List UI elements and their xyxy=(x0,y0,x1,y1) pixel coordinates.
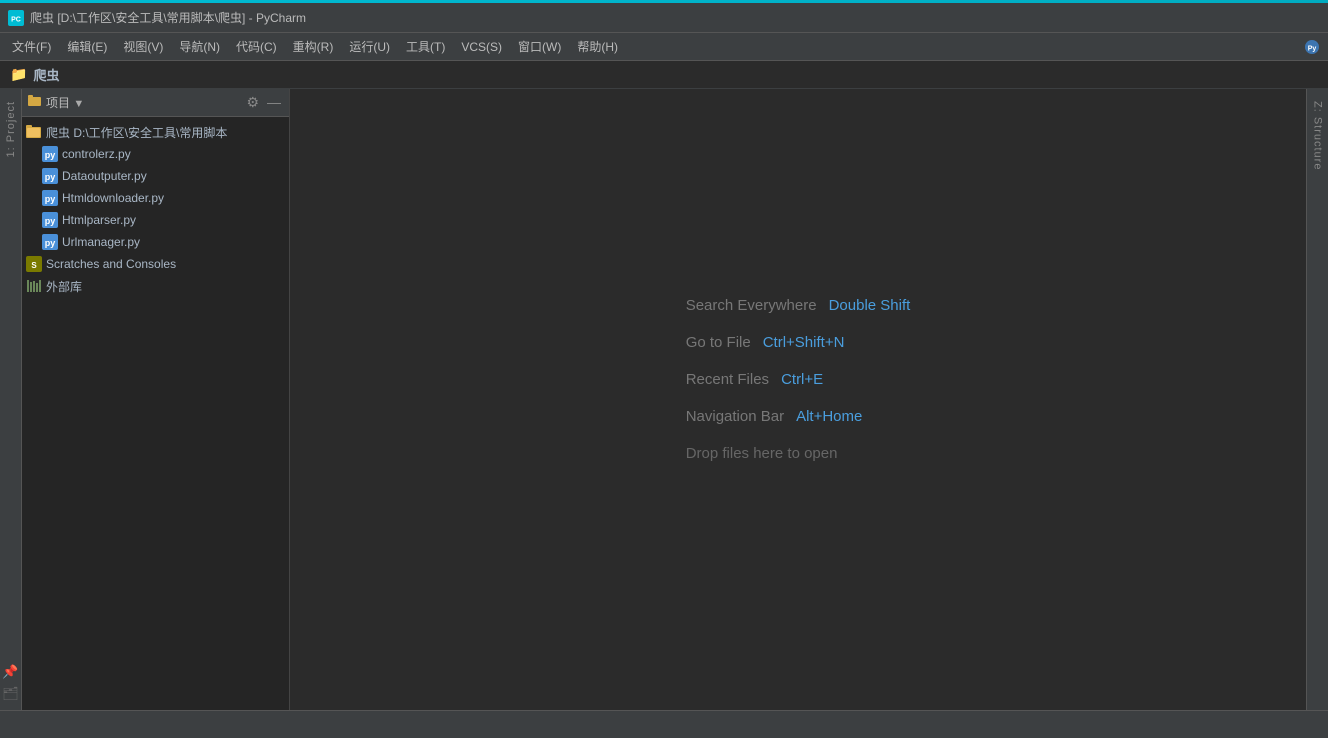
menu-edit[interactable]: 编辑(E) xyxy=(59,35,115,58)
tree-htmldownloader[interactable]: py Htmldownloader.py xyxy=(22,187,289,209)
python-logo-icon: Py xyxy=(1304,39,1320,55)
shortcut-search-key: Double Shift xyxy=(829,297,911,314)
menu-tools[interactable]: 工具(T) xyxy=(398,35,453,58)
breadcrumb-title: 爬虫 xyxy=(33,65,59,84)
py-icon-htmldownloader: py xyxy=(42,190,58,206)
left-strip: 1: Project 📌 🗂 xyxy=(0,89,22,710)
shortcut-search-label: Search Everywhere xyxy=(686,297,817,314)
shortcut-goto-key: Ctrl+Shift+N xyxy=(763,334,845,351)
svg-text:py: py xyxy=(45,194,56,204)
tree-root[interactable]: 爬虫 D:\工作区\安全工具\常用脚本 xyxy=(22,121,289,143)
svg-text:py: py xyxy=(45,150,56,160)
menu-refactor[interactable]: 重构(R) xyxy=(285,35,342,58)
window-title: 爬虫 [D:\工作区\安全工具\常用脚本\爬虫] - PyCharm xyxy=(30,9,306,26)
external-lib-label: 外部库 xyxy=(46,278,82,295)
sidebar-folder-icon xyxy=(28,95,42,110)
tree-dataoutputer[interactable]: py Dataoutputer.py xyxy=(22,165,289,187)
tree-controlerz[interactable]: py controlerz.py xyxy=(22,143,289,165)
sidebar-header-title: 项目 ▼ xyxy=(46,94,240,111)
root-label: 爬虫 D:\工作区\安全工具\常用脚本 xyxy=(46,124,227,141)
sidebar: 项目 ▼ ⚙ — 爬虫 D:\工作区\安全工具\常用 xyxy=(22,89,290,710)
py-icon-dataoutputer: py xyxy=(42,168,58,184)
py-icon-htmlparser: py xyxy=(42,212,58,228)
menu-help[interactable]: 帮助(H) xyxy=(569,35,626,58)
main-layout: 1: Project 📌 🗂 项目 ▼ ⚙ — xyxy=(0,89,1328,710)
app-icon: PC xyxy=(8,10,24,26)
tree-external-lib[interactable]: 外部库 xyxy=(22,275,289,297)
menu-run[interactable]: 运行(U) xyxy=(341,35,398,58)
sidebar-minimize-btn[interactable]: — xyxy=(265,92,283,113)
svg-text:py: py xyxy=(45,172,56,182)
svg-text:S: S xyxy=(31,261,37,270)
svg-text:Py: Py xyxy=(1308,45,1317,52)
project-panel-label[interactable]: 1: Project xyxy=(3,97,19,161)
welcome-content: Search Everywhere Double Shift Go to Fil… xyxy=(686,297,911,462)
menu-code[interactable]: 代码(C) xyxy=(228,35,285,58)
shortcut-nav-bar: Navigation Bar Alt+Home xyxy=(686,408,911,425)
shortcut-goto-file: Go to File Ctrl+Shift+N xyxy=(686,334,911,351)
menu-file[interactable]: 文件(F) xyxy=(4,35,59,58)
menu-navigate[interactable]: 导航(N) xyxy=(171,35,228,58)
right-strip: Z: Structure xyxy=(1306,89,1328,710)
urlmanager-label: Urlmanager.py xyxy=(62,235,140,249)
sidebar-header: 项目 ▼ ⚙ — xyxy=(22,89,289,117)
drop-files-row: Drop files here to open xyxy=(686,445,911,462)
sidebar-header-actions: ⚙ — xyxy=(244,92,283,113)
scratches-label: Scratches and Consoles xyxy=(46,257,176,271)
menu-view[interactable]: 视图(V) xyxy=(115,35,171,58)
breadcrumb-folder-icon: 📁 xyxy=(10,66,27,83)
dataoutputer-label: Dataoutputer.py xyxy=(62,169,147,183)
drop-files-label: Drop files here to open xyxy=(686,445,838,462)
tree-urlmanager[interactable]: py Urlmanager.py xyxy=(22,231,289,253)
external-lib-icon xyxy=(26,278,42,294)
tree-scratches[interactable]: S Scratches and Consoles xyxy=(22,253,289,275)
shortcut-goto-label: Go to File xyxy=(686,334,751,351)
shortcut-recent-key: Ctrl+E xyxy=(781,371,823,388)
svg-text:py: py xyxy=(45,238,56,248)
shortcut-nav-key: Alt+Home xyxy=(796,408,862,425)
py-icon-urlmanager: py xyxy=(42,234,58,250)
editor-area[interactable]: Search Everywhere Double Shift Go to Fil… xyxy=(290,89,1306,710)
py-icon-controlerz: py xyxy=(42,146,58,162)
title-bar: PC 爬虫 [D:\工作区\安全工具\常用脚本\爬虫] - PyCharm xyxy=(0,3,1328,33)
shortcut-search: Search Everywhere Double Shift xyxy=(686,297,911,314)
menu-bar: 文件(F) 编辑(E) 视图(V) 导航(N) 代码(C) 重构(R) 运行(U… xyxy=(0,33,1328,61)
htmlparser-label: Htmlparser.py xyxy=(62,213,136,227)
svg-text:PC: PC xyxy=(11,16,21,23)
tree-htmlparser[interactable]: py Htmlparser.py xyxy=(22,209,289,231)
accent-line xyxy=(0,0,1328,3)
structure-panel-label[interactable]: Z: Structure xyxy=(1310,97,1326,174)
controlerz-label: controlerz.py xyxy=(62,147,131,161)
shortcut-recent: Recent Files Ctrl+E xyxy=(686,371,911,388)
sidebar-settings-btn[interactable]: ⚙ xyxy=(244,92,261,113)
shortcut-nav-label: Navigation Bar xyxy=(686,408,784,425)
shortcut-recent-label: Recent Files xyxy=(686,371,769,388)
menu-vcs[interactable]: VCS(S) xyxy=(453,37,510,57)
scratches-icon: S xyxy=(26,256,42,272)
htmldownloader-label: Htmldownloader.py xyxy=(62,191,164,205)
file-tree: 爬虫 D:\工作区\安全工具\常用脚本 py controlerz.py xyxy=(22,117,289,710)
breadcrumb-bar: 📁 爬虫 xyxy=(0,61,1328,89)
svg-text:py: py xyxy=(45,216,56,226)
left-strip-bottom-icon2[interactable]: 🗂 xyxy=(3,686,19,702)
root-folder-icon xyxy=(26,124,42,140)
menu-window[interactable]: 窗口(W) xyxy=(510,35,569,58)
left-strip-bottom-icon1[interactable]: 📌 xyxy=(3,664,19,680)
